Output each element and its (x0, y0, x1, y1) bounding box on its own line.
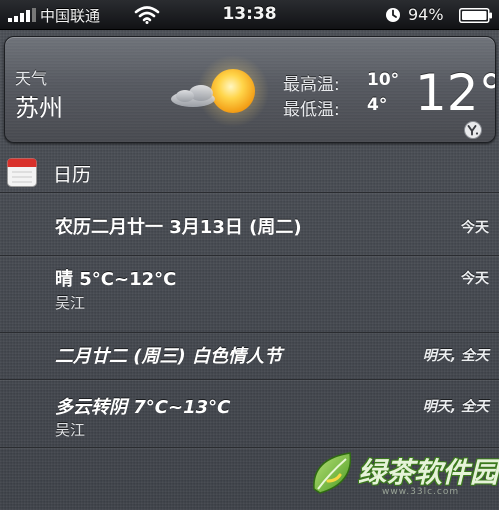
leaf-logo-icon (313, 452, 352, 494)
calendar-event[interactable]: 晴 5°C~12°C 吴江 今天 (0, 256, 499, 333)
calendar-icon (7, 158, 37, 187)
battery-icon (459, 8, 492, 23)
event-when: 今天 (461, 271, 489, 287)
event-title: 多云转阴 7°C~13°C (55, 397, 231, 418)
watermark-url: www.33lc.com (382, 487, 460, 497)
calendar-event[interactable]: 多云转阴 7°C~13°C 吴江 明天, 全天 (0, 380, 499, 448)
sun-cloud-icon (171, 55, 269, 127)
calendar-event[interactable]: 二月廿二 (周三) 白色情人节 明天, 全天 (0, 333, 499, 380)
current-temperature: 12° (415, 64, 496, 122)
battery-percent: 94% (408, 5, 444, 24)
status-bar: 中国联通 13:38 94% (0, 0, 499, 30)
alarm-clock-icon (386, 8, 400, 22)
event-title: 晴 5°C~12°C (55, 269, 177, 290)
event-location: 吴江 (55, 294, 86, 312)
event-title: 农历二月廿一 3月13日 (周二) (55, 217, 302, 238)
high-temp-label: 最高温: (283, 75, 340, 95)
weather-label: 天气 (15, 69, 48, 88)
watermark-text: 绿茶软件园 (358, 456, 499, 489)
watermark: 绿茶软件园 www.33lc.com (306, 445, 499, 505)
weather-widget[interactable]: 天气 苏州 最高温: 10° 最低温: 4° 12° (4, 36, 496, 143)
weather-city: 苏州 (15, 94, 63, 122)
yahoo-icon[interactable] (463, 121, 483, 139)
calendar-header[interactable]: 日历 (0, 150, 499, 193)
event-title: 二月廿二 (周三) 白色情人节 (55, 346, 282, 367)
event-location: 吴江 (55, 421, 86, 439)
low-temp-label: 最低温: (283, 100, 340, 120)
low-temp-value: 4° (367, 95, 388, 115)
event-when: 明天, 全天 (422, 399, 489, 415)
event-when: 今天 (461, 220, 489, 236)
calendar-event[interactable]: 农历二月廿一 3月13日 (周二) 今天 (0, 193, 499, 256)
calendar-title: 日历 (53, 164, 92, 186)
event-when: 明天, 全天 (422, 348, 489, 364)
high-temp-value: 10° (367, 70, 400, 90)
